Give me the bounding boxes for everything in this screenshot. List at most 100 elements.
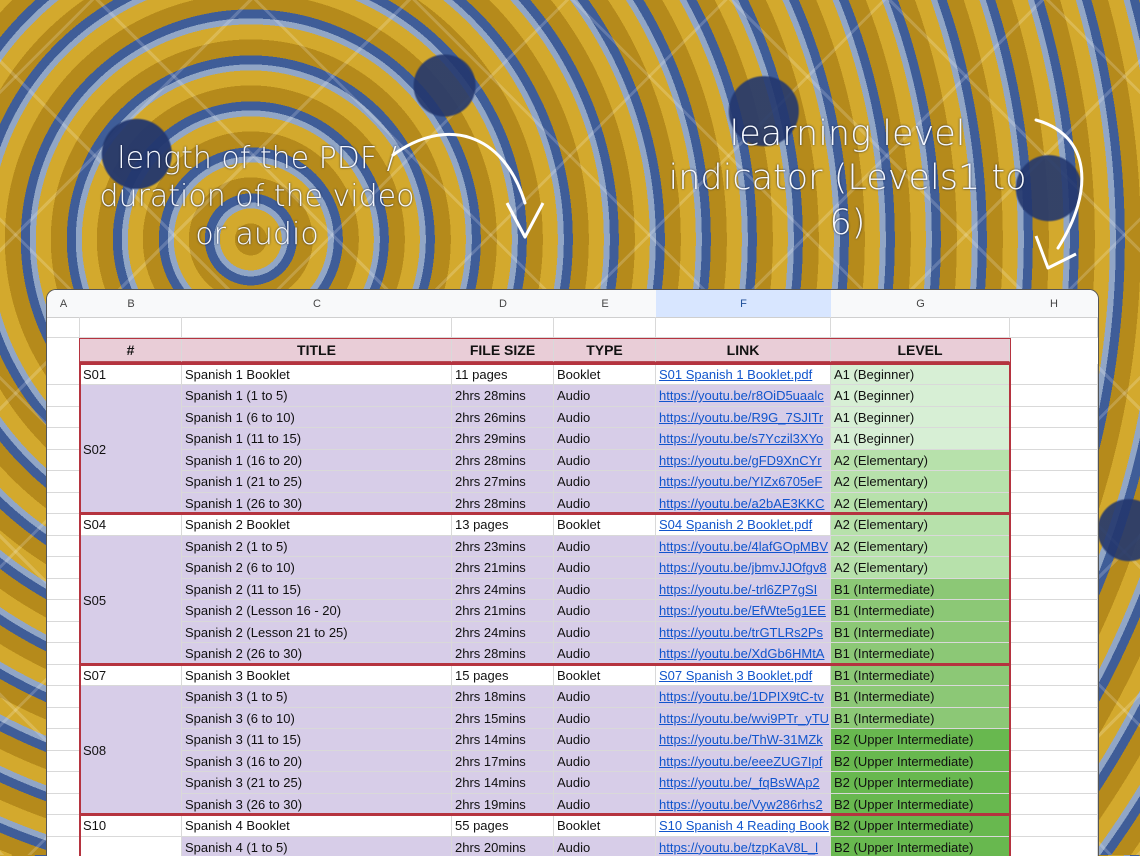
file-size-cell[interactable]: 2hrs 19mins bbox=[452, 794, 554, 816]
file-size-cell[interactable]: 2hrs 28mins bbox=[452, 493, 554, 515]
level-cell[interactable]: B1 (Intermediate) bbox=[831, 708, 1010, 730]
file-size-cell[interactable]: 2hrs 24mins bbox=[452, 579, 554, 601]
column-h-cell[interactable] bbox=[1010, 729, 1098, 751]
file-size-cell[interactable]: 2hrs 14mins bbox=[452, 729, 554, 751]
type-cell[interactable]: Audio bbox=[554, 643, 656, 665]
title-cell[interactable]: Spanish 1 (1 to 5) bbox=[182, 385, 452, 407]
title-cell[interactable]: Spanish 3 (1 to 5) bbox=[182, 686, 452, 708]
file-size-cell[interactable]: 2hrs 24mins bbox=[452, 622, 554, 644]
link-cell[interactable]: S10 Spanish 4 Reading Book bbox=[656, 815, 831, 837]
level-cell[interactable]: A2 (Elementary) bbox=[831, 514, 1010, 536]
empty-cell[interactable] bbox=[182, 317, 452, 338]
type-cell[interactable]: Audio bbox=[554, 708, 656, 730]
column-h-cell[interactable] bbox=[1010, 686, 1098, 708]
file-size-cell[interactable]: 2hrs 23mins bbox=[452, 536, 554, 558]
file-size-cell[interactable]: 2hrs 15mins bbox=[452, 708, 554, 730]
level-cell[interactable]: A1 (Beginner) bbox=[831, 364, 1010, 386]
file-size-cell[interactable]: 2hrs 29mins bbox=[452, 428, 554, 450]
empty-cell[interactable] bbox=[1010, 317, 1098, 338]
level-cell[interactable]: B2 (Upper Intermediate) bbox=[831, 751, 1010, 773]
file-size-cell[interactable]: 2hrs 28mins bbox=[452, 385, 554, 407]
column-h-cell[interactable] bbox=[1010, 385, 1098, 407]
column-header-a[interactable]: A bbox=[47, 290, 81, 318]
row-id-cell[interactable]: S07 bbox=[80, 665, 182, 687]
column-h-cell[interactable] bbox=[1010, 579, 1098, 601]
title-cell[interactable]: Spanish 4 Booklet bbox=[182, 815, 452, 837]
link-cell[interactable]: https://youtu.be/-trl6ZP7gSI bbox=[656, 579, 831, 601]
link-cell[interactable]: https://youtu.be/r8OiD5uaalc bbox=[656, 385, 831, 407]
column-header-d[interactable]: D bbox=[452, 290, 555, 318]
level-cell[interactable]: A2 (Elementary) bbox=[831, 536, 1010, 558]
link-cell[interactable]: https://youtu.be/tzpKaV8L_l bbox=[656, 837, 831, 856]
level-cell[interactable]: B2 (Upper Intermediate) bbox=[831, 794, 1010, 816]
column-h-cell[interactable] bbox=[1010, 643, 1098, 665]
column-h-cell[interactable] bbox=[1010, 837, 1098, 856]
type-cell[interactable]: Audio bbox=[554, 794, 656, 816]
column-h-cell[interactable] bbox=[1010, 407, 1098, 429]
file-size-cell[interactable]: 2hrs 17mins bbox=[452, 751, 554, 773]
title-cell[interactable]: Spanish 2 (26 to 30) bbox=[182, 643, 452, 665]
link-cell[interactable]: https://youtu.be/eeeZUG7Ipf bbox=[656, 751, 831, 773]
column-h-cell[interactable] bbox=[1010, 364, 1098, 386]
column-header-h[interactable]: H bbox=[1010, 290, 1099, 318]
level-cell[interactable]: A1 (Beginner) bbox=[831, 385, 1010, 407]
link-cell[interactable]: https://youtu.be/a2bAE3KKC bbox=[656, 493, 831, 515]
link-cell[interactable]: https://youtu.be/s7Yczil3XYo bbox=[656, 428, 831, 450]
link-cell[interactable]: https://youtu.be/wvi9PTr_yTU bbox=[656, 708, 831, 730]
spreadsheet[interactable]: ABCDEFGH#TITLEFILE SIZETYPELINKLEVELS01S… bbox=[46, 289, 1099, 856]
type-cell[interactable]: Audio bbox=[554, 729, 656, 751]
title-cell[interactable]: Spanish 1 (26 to 30) bbox=[182, 493, 452, 515]
title-cell[interactable]: Spanish 3 (11 to 15) bbox=[182, 729, 452, 751]
title-cell[interactable]: Spanish 1 (6 to 10) bbox=[182, 407, 452, 429]
column-h-cell[interactable] bbox=[1010, 428, 1098, 450]
column-header-e[interactable]: E bbox=[554, 290, 657, 318]
type-cell[interactable]: Audio bbox=[554, 622, 656, 644]
type-cell[interactable]: Booklet bbox=[554, 665, 656, 687]
type-cell[interactable]: Audio bbox=[554, 450, 656, 472]
type-cell[interactable]: Audio bbox=[554, 385, 656, 407]
title-cell[interactable]: Spanish 1 Booklet bbox=[182, 364, 452, 386]
title-cell[interactable]: Spanish 3 Booklet bbox=[182, 665, 452, 687]
merged-group-cell[interactable]: S02 bbox=[80, 385, 182, 514]
row-id-cell[interactable] bbox=[80, 837, 182, 856]
type-cell[interactable]: Audio bbox=[554, 772, 656, 794]
level-cell[interactable]: B1 (Intermediate) bbox=[831, 579, 1010, 601]
column-h-cell[interactable] bbox=[1010, 471, 1098, 493]
title-cell[interactable]: Spanish 2 Booklet bbox=[182, 514, 452, 536]
empty-cell[interactable] bbox=[554, 317, 656, 338]
level-cell[interactable]: B2 (Upper Intermediate) bbox=[831, 815, 1010, 837]
row-id-cell[interactable]: S01 bbox=[80, 364, 182, 386]
row-id-cell[interactable]: S04 bbox=[80, 514, 182, 536]
column-header-c[interactable]: C bbox=[182, 290, 453, 318]
level-cell[interactable]: A2 (Elementary) bbox=[831, 450, 1010, 472]
file-size-cell[interactable]: 15 pages bbox=[452, 665, 554, 687]
title-cell[interactable]: Spanish 2 (6 to 10) bbox=[182, 557, 452, 579]
type-cell[interactable]: Audio bbox=[554, 428, 656, 450]
title-cell[interactable]: Spanish 1 (11 to 15) bbox=[182, 428, 452, 450]
file-size-cell[interactable]: 2hrs 28mins bbox=[452, 450, 554, 472]
link-cell[interactable]: https://youtu.be/_fqBsWAp2 bbox=[656, 772, 831, 794]
link-cell[interactable]: https://youtu.be/4lafGOpMBV bbox=[656, 536, 831, 558]
merged-group-cell[interactable]: S05 bbox=[80, 536, 182, 665]
level-cell[interactable]: B1 (Intermediate) bbox=[831, 665, 1010, 687]
column-header-f[interactable]: F bbox=[656, 290, 832, 318]
level-cell[interactable]: B1 (Intermediate) bbox=[831, 686, 1010, 708]
file-size-cell[interactable]: 55 pages bbox=[452, 815, 554, 837]
title-cell[interactable]: Spanish 3 (26 to 30) bbox=[182, 794, 452, 816]
type-cell[interactable]: Audio bbox=[554, 493, 656, 515]
column-h-cell[interactable] bbox=[1010, 708, 1098, 730]
type-cell[interactable]: Audio bbox=[554, 686, 656, 708]
title-cell[interactable]: Spanish 1 (16 to 20) bbox=[182, 450, 452, 472]
column-h-cell[interactable] bbox=[1010, 493, 1098, 515]
link-cell[interactable]: S01 Spanish 1 Booklet.pdf bbox=[656, 364, 831, 386]
file-size-cell[interactable]: 2hrs 20mins bbox=[452, 837, 554, 856]
link-cell[interactable]: https://youtu.be/jbmvJJOfgv8 bbox=[656, 557, 831, 579]
column-h-cell[interactable] bbox=[1010, 600, 1098, 622]
title-cell[interactable]: Spanish 2 (Lesson 16 - 20) bbox=[182, 600, 452, 622]
title-cell[interactable]: Spanish 2 (1 to 5) bbox=[182, 536, 452, 558]
level-cell[interactable]: B1 (Intermediate) bbox=[831, 643, 1010, 665]
title-cell[interactable]: Spanish 3 (6 to 10) bbox=[182, 708, 452, 730]
link-cell[interactable]: https://youtu.be/Vyw286rhs2 bbox=[656, 794, 831, 816]
file-size-cell[interactable]: 2hrs 26mins bbox=[452, 407, 554, 429]
level-cell[interactable]: B1 (Intermediate) bbox=[831, 600, 1010, 622]
